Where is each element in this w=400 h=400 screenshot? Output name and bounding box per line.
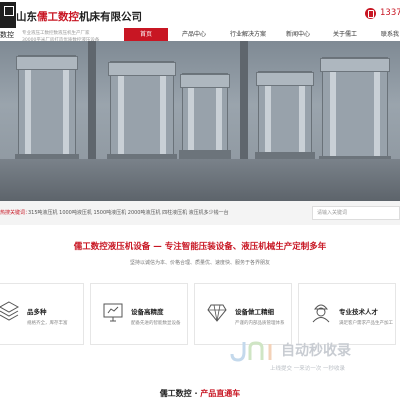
phone-number[interactable]: 13376	[380, 8, 400, 18]
factory-floor	[0, 159, 400, 201]
company-name-prefix: 山东	[16, 11, 37, 23]
watermark-logo-icon	[230, 341, 272, 362]
phone-icon	[365, 8, 376, 19]
nav-item-products[interactable]: 产品中心	[172, 28, 216, 42]
hydraulic-press-image	[15, 55, 79, 173]
company-name-suffix: 机床有限公司	[79, 11, 142, 23]
hydraulic-press-image	[107, 61, 177, 173]
company-name: 山东儒工数控机床有限公司	[16, 9, 142, 24]
hot-keywords-list[interactable]: 315吨液压机 1000吨液压机 1500吨液压机 2000吨液压机 四柱液压机…	[28, 209, 229, 216]
nav-item-home[interactable]: 首页	[124, 28, 168, 42]
logo-subtext: 数控	[0, 31, 14, 39]
header: 数控 山东儒工数控机床有限公司 13376	[0, 0, 400, 39]
page: 数控 山东儒工数控机床有限公司 13376 专业液压工数控数液压机生产厂家 30…	[0, 0, 400, 400]
diamond-icon	[207, 304, 227, 322]
feature-title: 设备做工精细	[235, 308, 274, 316]
feature-title: 专业技术人才	[339, 308, 378, 316]
monitor-icon	[103, 303, 123, 322]
nav-item-news[interactable]: 新闻中心	[276, 28, 320, 42]
watermark: 自动秒收录 上线提交 一来访一次 一秒收录	[230, 340, 400, 372]
section-title: 儒工数控液压机设备 — 专注智能压装设备、液压机械生产定制多年	[73, 242, 327, 252]
section-subtitle: 坚持以诚信为本、价格合理、质量优、速度快、服务于各界朋友	[129, 260, 270, 266]
feature-desc: 严谨的内部品质管理体系	[235, 321, 285, 326]
slogan-line-1: 专业液压工数控数液压机生产厂家	[22, 31, 90, 36]
hydraulic-press-image	[179, 73, 231, 169]
watermark-subtitle: 上线提交 一来访一次 一秒收录	[270, 366, 345, 372]
products-title-prefix: 儒工数控 ·	[159, 389, 201, 398]
watermark-title: 自动秒收录	[281, 343, 351, 359]
hydraulic-press-image	[319, 57, 391, 175]
search-input[interactable]: 请输入关键词	[312, 206, 400, 220]
layers-icon	[0, 301, 19, 321]
hydraulic-press-image	[255, 71, 315, 171]
feature-card-precision[interactable]: 设备高精度 配备先进的智能数显设备	[90, 283, 188, 345]
feature-title: 设备高精度	[131, 308, 164, 316]
hero-banner-image[interactable]	[0, 41, 400, 201]
feature-card-workmanship[interactable]: 设备做工精细 严谨的内部品质管理体系	[194, 283, 292, 345]
nav-item-solutions[interactable]: 行业解决方案	[220, 28, 276, 42]
feature-desc: 配备先进的智能数显设备	[131, 321, 181, 326]
company-logo[interactable]	[0, 2, 16, 28]
nav-item-about[interactable]: 关于儒工	[320, 28, 370, 42]
hot-keywords-label: 热搜关键词：	[0, 210, 31, 216]
feature-card-talent[interactable]: 专业技术人才 满足客户需求产品生产加工	[298, 283, 396, 345]
company-name-brand: 儒工数控	[37, 11, 79, 23]
hot-search-bar: 热搜关键词： 315吨液压机 1000吨液压机 1500吨液压机 2000吨液压…	[0, 201, 400, 225]
feature-desc: 满足客户需求产品生产加工	[339, 321, 393, 326]
products-title-highlight: 产品直通车	[200, 389, 241, 398]
feature-card-variety[interactable]: 品多种 规格齐全，库存丰富	[0, 283, 84, 345]
main-nav: 首页 产品中心 行业解决方案 新闻中心 关于儒工 联系我	[124, 28, 400, 42]
products-section-title: 儒工数控 · 产品直通车	[0, 388, 400, 399]
nav-item-contact[interactable]: 联系我	[370, 28, 400, 42]
engineer-icon	[312, 304, 330, 323]
feature-title: 品多种	[27, 308, 47, 316]
feature-desc: 规格齐全，库存丰富	[27, 321, 68, 326]
